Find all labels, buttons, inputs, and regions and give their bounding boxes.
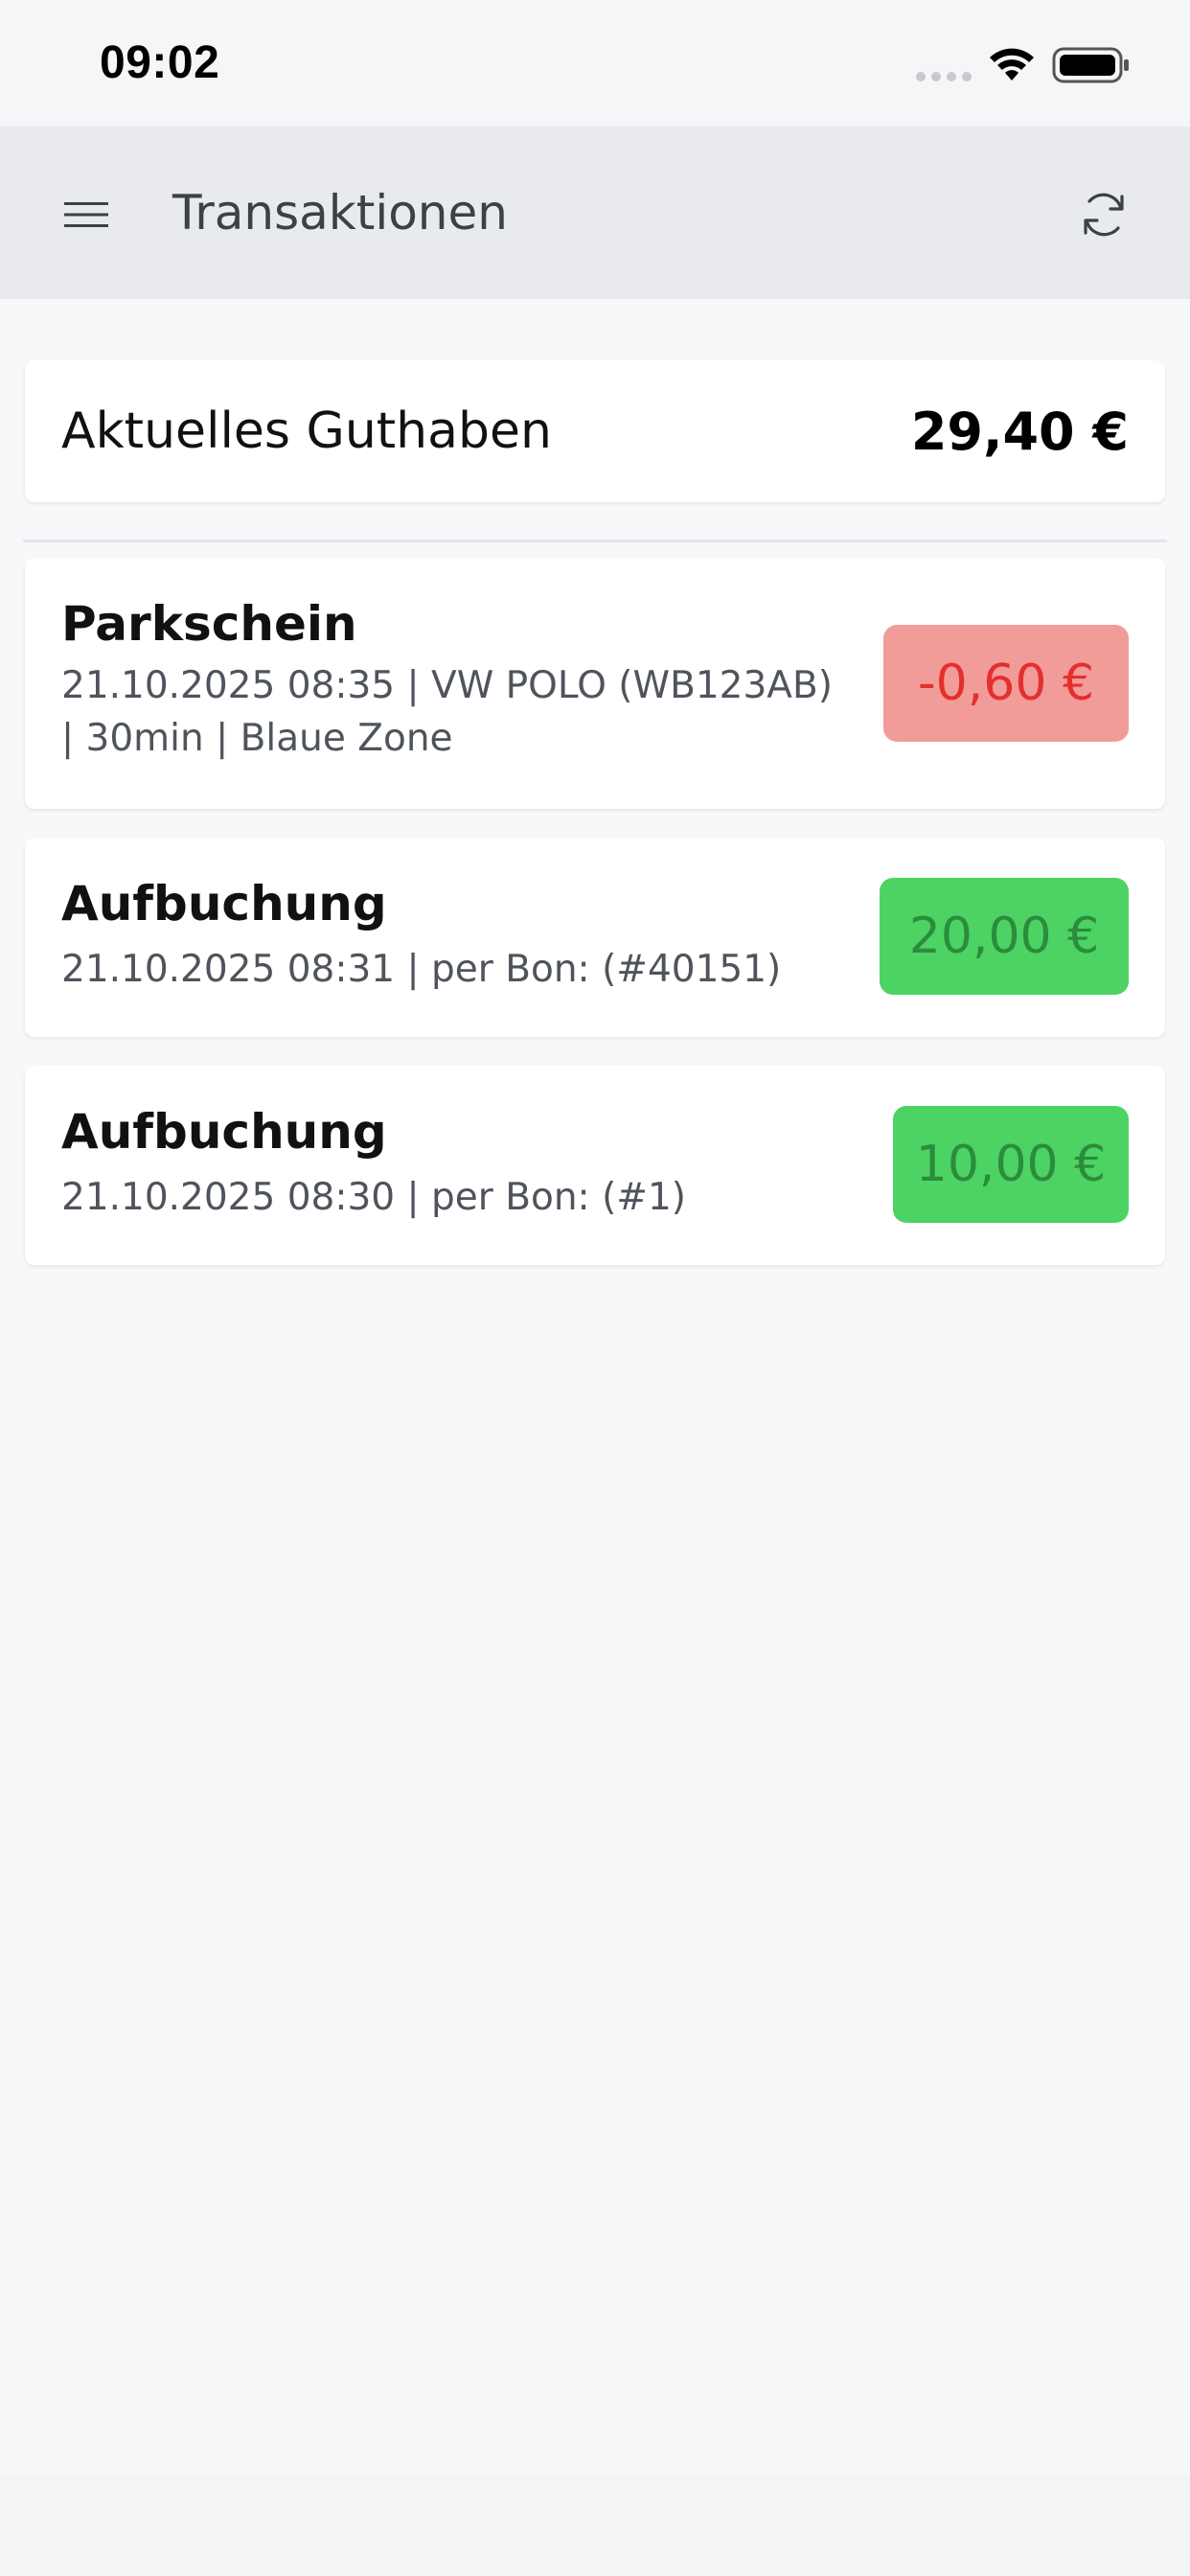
transaction-title: Aufbuchung (61, 1104, 387, 1160)
transaction-amount-badge: -0,60 € (883, 625, 1129, 742)
screen: 09:02 Transaktionen Aktuelles Guthaben 2… (0, 0, 1190, 2576)
cellular-signal-icon (916, 72, 972, 81)
wifi-icon (990, 48, 1034, 80)
balance-label: Aktuelles Guthaben (61, 402, 552, 460)
battery-icon (1052, 47, 1129, 83)
transaction-item[interactable]: Parkschein 21.10.2025 08:35 | VW POLO (W… (25, 558, 1165, 809)
hamburger-menu-icon (64, 202, 108, 227)
transaction-detail: 21.10.2025 08:35 | VW POLO (WB123AB) | 3… (61, 664, 833, 760)
balance-card: Aktuelles Guthaben 29,40 € (25, 360, 1165, 502)
status-time: 09:02 (100, 37, 220, 88)
bottom-bar (0, 2474, 1190, 2576)
app-bar: Transaktionen (0, 126, 1190, 299)
transaction-amount-badge: 20,00 € (880, 878, 1129, 995)
menu-button[interactable] (52, 180, 121, 249)
transaction-detail: 21.10.2025 08:30 | per Bon: (#1) (61, 1176, 686, 1219)
balance-value: 29,40 € (910, 401, 1129, 462)
transaction-amount-badge: 10,00 € (893, 1106, 1129, 1223)
status-bar: 09:02 (0, 0, 1190, 126)
transaction-item[interactable]: Aufbuchung 21.10.2025 08:31 | per Bon: (… (25, 838, 1165, 1037)
transaction-detail: 21.10.2025 08:31 | per Bon: (#40151) (61, 948, 782, 991)
transaction-title: Aufbuchung (61, 876, 387, 932)
refresh-icon (1084, 193, 1124, 237)
transaction-item[interactable]: Aufbuchung 21.10.2025 08:30 | per Bon: (… (25, 1066, 1165, 1265)
transaction-title: Parkschein (61, 596, 357, 652)
refresh-button[interactable] (1069, 180, 1138, 249)
page-title: Transaktionen (172, 185, 508, 241)
divider (23, 540, 1167, 542)
